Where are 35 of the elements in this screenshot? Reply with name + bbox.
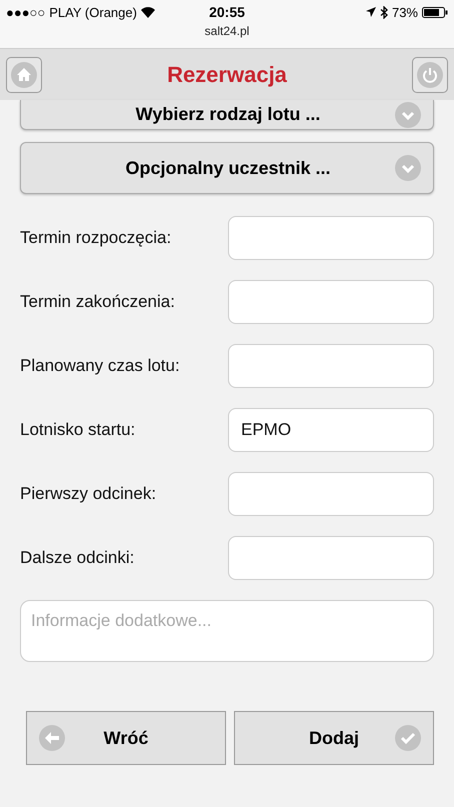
checkmark-icon [395, 725, 421, 751]
dropdown-select[interactable]: Opcjonalny uczestnik ... [20, 142, 434, 194]
input-field[interactable] [228, 536, 434, 580]
field-label: Planowany czas lotu: [20, 356, 180, 376]
add-button[interactable]: Dodaj [234, 711, 434, 765]
chevron-down-icon [395, 155, 421, 181]
page-url: salt24.pl [204, 24, 250, 38]
field-label: Dalsze odcinki: [20, 548, 134, 568]
bluetooth-icon [380, 6, 388, 18]
signal-strength: ●●●○○ [6, 4, 46, 20]
input-field[interactable] [228, 216, 434, 260]
notes-field[interactable]: Informacje dodatkowe... [20, 600, 434, 662]
wifi-icon [140, 6, 155, 18]
location-arrow-icon [366, 7, 376, 17]
clock: 20:55 [209, 4, 245, 20]
carrier-name: PLAY (Orange) [49, 4, 137, 20]
power-button[interactable] [412, 56, 448, 92]
input-field[interactable]: EPMO [228, 408, 434, 452]
back-button[interactable]: Wróć [26, 711, 226, 765]
field-label: Termin rozpoczęcia: [20, 228, 172, 248]
input-field[interactable] [228, 344, 434, 388]
battery-percent: 73% [392, 4, 418, 20]
arrow-left-icon [39, 725, 65, 751]
home-button[interactable] [6, 56, 42, 92]
power-icon [416, 62, 443, 88]
page-title: Rezerwacja [167, 62, 287, 88]
input-field[interactable] [228, 280, 434, 324]
field-label: Lotnisko startu: [20, 420, 136, 440]
chevron-down-icon [395, 102, 421, 128]
dropdown-select[interactable]: Wybierz rodzaj lotu ... [20, 100, 434, 130]
input-field[interactable] [228, 472, 434, 516]
battery-icon [422, 6, 448, 18]
field-label: Pierwszy odcinek: [20, 484, 156, 504]
home-icon [11, 62, 37, 88]
field-label: Termin zakończenia: [20, 292, 175, 312]
